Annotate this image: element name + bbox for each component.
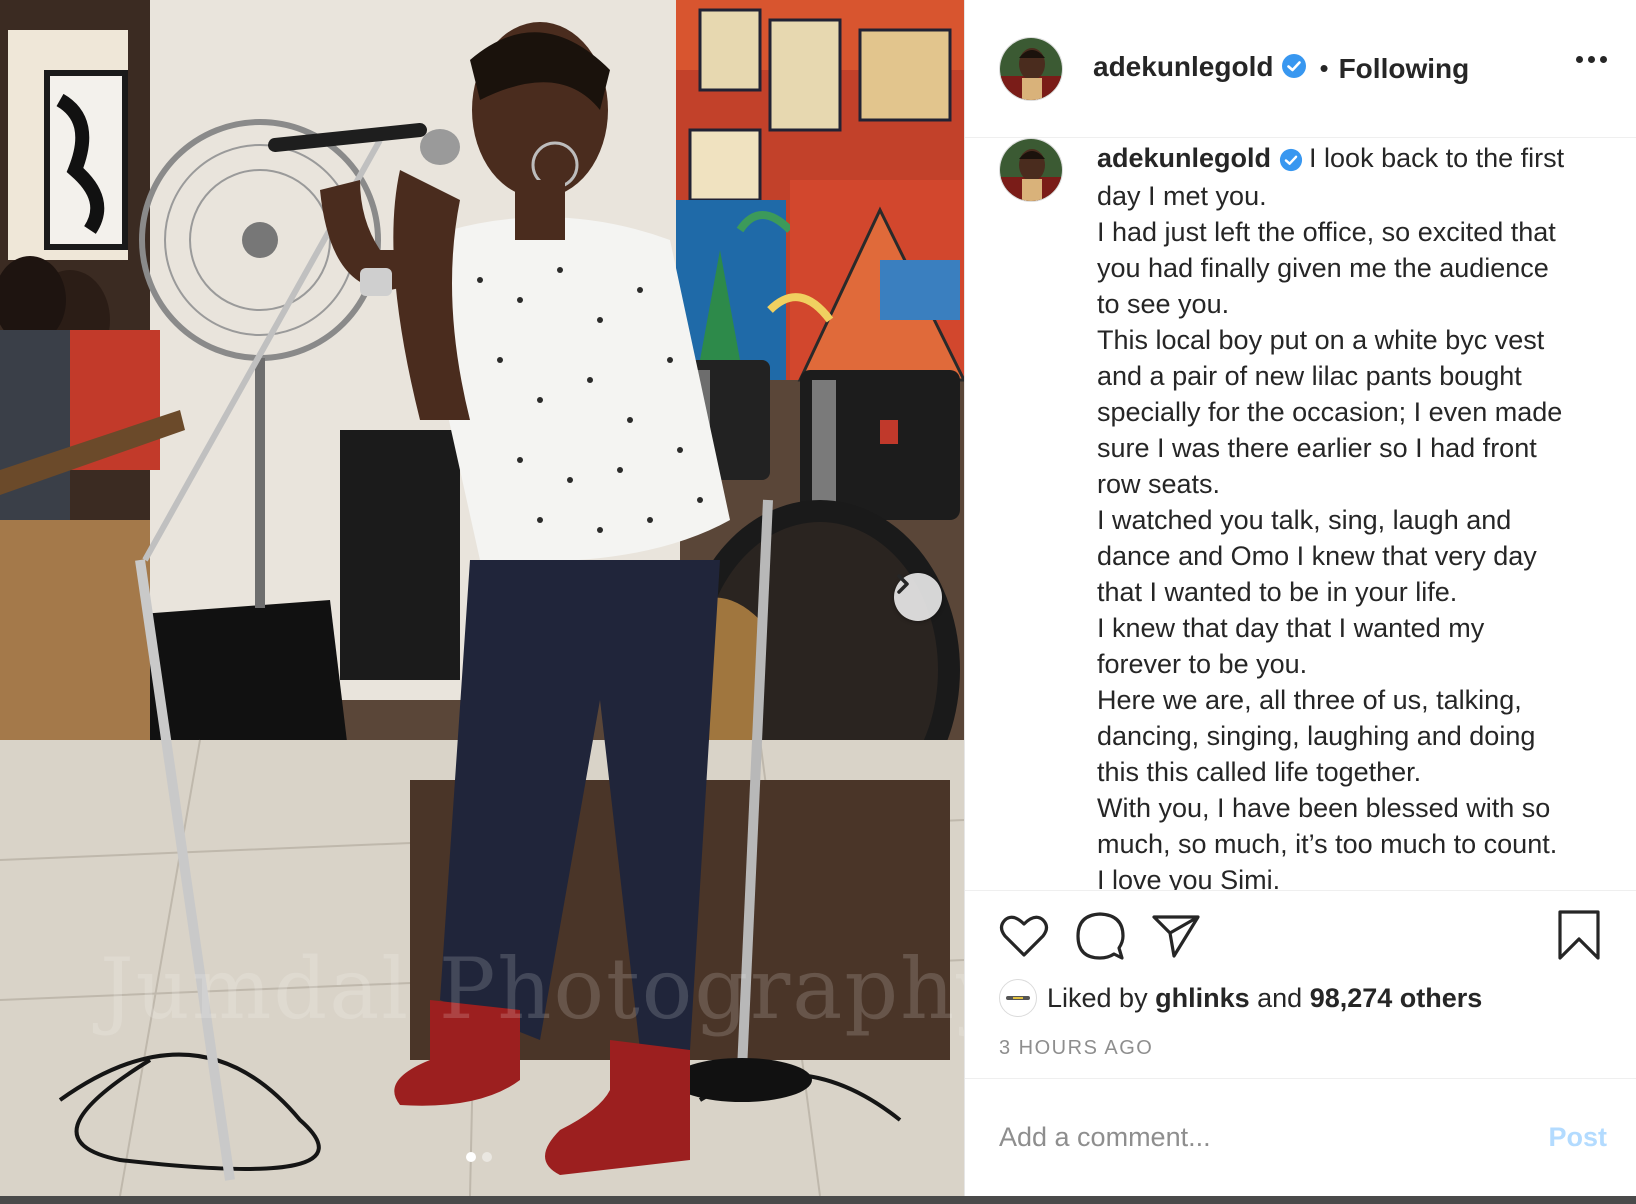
- heart-icon: [999, 915, 1049, 957]
- carousel-dot-active: [466, 1152, 476, 1162]
- caption-line: specially for the occasion; I even made: [1097, 396, 1563, 427]
- caption-line: I had just left the office, so excited t…: [1097, 216, 1556, 247]
- likes-summary: Liked by ghlinks and 98,274 others: [999, 979, 1482, 1017]
- caption-line: dancing, singing, laughing and doing: [1097, 720, 1536, 751]
- caption-row: [999, 138, 1063, 202]
- profile-photo: [1000, 139, 1062, 201]
- liker-logo: [1006, 996, 1030, 1000]
- like-button[interactable]: [999, 913, 1049, 964]
- carousel-dot: [482, 1152, 492, 1162]
- instagram-post: Jumdal Photography adekunlegold • Follow…: [0, 0, 1636, 1196]
- comment-button[interactable]: [1075, 911, 1125, 966]
- caption-username[interactable]: adekunlegold: [1097, 143, 1271, 173]
- comments-section: adekunlegold I look back to the first day…: [965, 138, 1636, 890]
- caption-line: much, so much, it’s too much to count.: [1097, 828, 1558, 859]
- following-button[interactable]: Following: [1339, 53, 1470, 85]
- caption-line: I knew that day that I wanted my: [1097, 612, 1485, 643]
- caption-line: this this called life together.: [1097, 756, 1422, 787]
- caption-line: I look back to the first: [1309, 143, 1565, 173]
- likes-middle: and: [1257, 982, 1303, 1013]
- caption-line: This local boy put on a white byc vest: [1097, 324, 1545, 355]
- caption-line: to see you.: [1097, 288, 1230, 319]
- share-button[interactable]: [1151, 913, 1201, 964]
- post-header: adekunlegold • Following: [965, 0, 1636, 138]
- caption-first-line: adekunlegold I look back to the first: [1097, 140, 1607, 178]
- verified-badge-icon: [1281, 53, 1307, 86]
- caption-line: row seats.: [1097, 468, 1221, 499]
- caption-line: and a pair of new lilac pants bought: [1097, 360, 1522, 391]
- more-options-icon[interactable]: [1576, 56, 1607, 63]
- carousel-indicator: [466, 1152, 492, 1162]
- caption-line: I love you Simi.: [1097, 864, 1281, 890]
- save-button[interactable]: [1557, 909, 1601, 966]
- caption-line: forever to be you.: [1097, 648, 1308, 679]
- comment-icon: [1076, 912, 1125, 960]
- post-details-panel: adekunlegold • Following adekunlegold I …: [964, 0, 1636, 1196]
- post-actions: Liked by ghlinks and 98,274 others 3 HOU…: [965, 890, 1636, 1078]
- post-photo[interactable]: Jumdal Photography: [0, 0, 964, 1196]
- post-comment-button[interactable]: Post: [1548, 1122, 1607, 1153]
- liker-username[interactable]: ghlinks: [1155, 983, 1250, 1014]
- post-caption: adekunlegold I look back to the first day…: [1097, 140, 1607, 890]
- verified-badge-icon: [1279, 142, 1303, 178]
- caption-line: day I met you.: [1097, 180, 1267, 211]
- caption-line: I watched you talk, sing, laugh and: [1097, 504, 1512, 535]
- caption-line: Here we are, all three of us, talking,: [1097, 684, 1522, 715]
- caption-line: dance and Omo I knew that very day: [1097, 540, 1537, 571]
- caption-line: With you, I have been blessed with so: [1097, 792, 1551, 823]
- chevron-right-icon: [897, 574, 909, 594]
- share-icon: [1152, 915, 1200, 958]
- avatar[interactable]: [999, 36, 1063, 101]
- liker-avatar[interactable]: [999, 979, 1037, 1017]
- header-separator: •: [1319, 53, 1329, 83]
- caption-line: sure I was there earlier so I had front: [1097, 432, 1537, 463]
- post-timestamp[interactable]: 3 HOURS AGO: [999, 1037, 1153, 1060]
- caption-avatar[interactable]: [999, 138, 1063, 202]
- caption-line: that I wanted to be in your life.: [1097, 576, 1458, 607]
- add-comment-bar: Post: [965, 1078, 1636, 1196]
- likes-count[interactable]: 98,274 others: [1310, 983, 1483, 1014]
- carousel-next-button[interactable]: [894, 573, 942, 621]
- likes-prefix: Liked by: [1047, 982, 1148, 1013]
- caption-line: you had finally given me the audience: [1097, 252, 1549, 283]
- header-username[interactable]: adekunlegold: [1093, 51, 1307, 85]
- photo-watermark: Jumdal Photography: [100, 940, 964, 1038]
- username-text[interactable]: adekunlegold: [1093, 51, 1273, 82]
- profile-photo: [1000, 37, 1062, 100]
- bookmark-icon: [1558, 910, 1600, 960]
- comment-input[interactable]: [999, 1122, 1549, 1153]
